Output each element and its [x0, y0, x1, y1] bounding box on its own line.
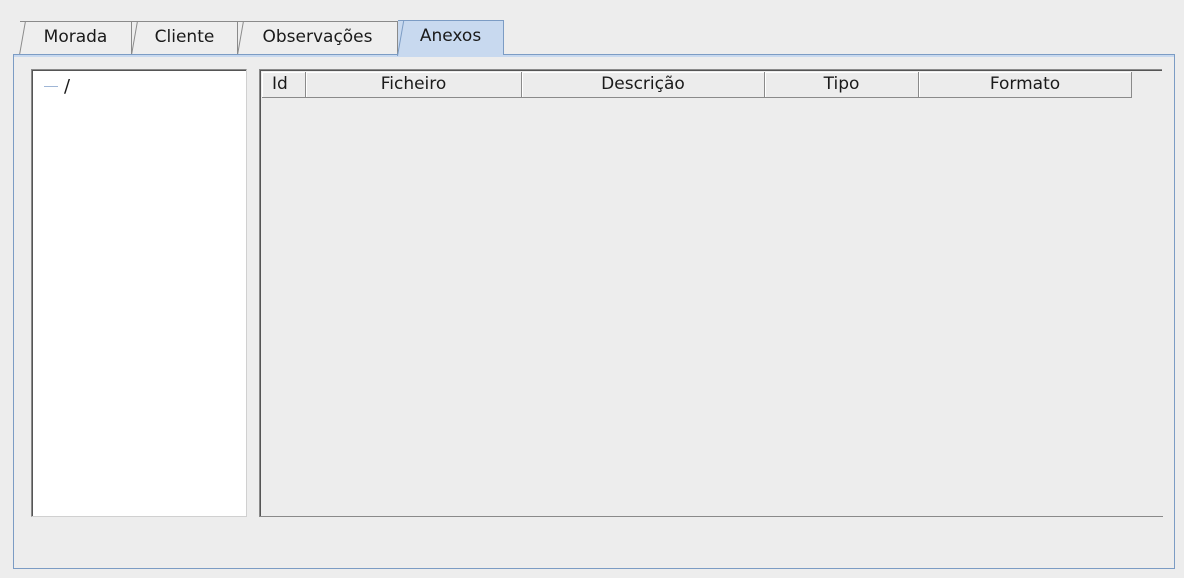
tree-root-label: / [64, 76, 71, 97]
table-bottom-border [260, 516, 1163, 517]
attachments-window: Morada Cliente Observações Anexos / Id F… [0, 0, 1184, 578]
tab-anexos[interactable]: Anexos [398, 20, 504, 55]
column-header-id[interactable]: Id [262, 72, 306, 98]
tab-label: Cliente [154, 27, 215, 47]
tab-label: Observações [262, 27, 373, 47]
tab-label: Anexos [419, 26, 482, 46]
tree-connector-icon [44, 86, 58, 87]
tree-root-node[interactable]: / [44, 76, 70, 97]
panel-accent [14, 55, 1174, 57]
tab-cliente[interactable]: Cliente [132, 21, 238, 54]
folder-tree[interactable]: / [31, 69, 247, 517]
table-header: Id Ficheiro Descrição Tipo Formato [262, 72, 1132, 98]
attachments-table[interactable]: Id Ficheiro Descrição Tipo Formato [259, 69, 1163, 517]
column-header-tipo[interactable]: Tipo [765, 72, 919, 98]
column-header-ficheiro[interactable]: Ficheiro [306, 72, 522, 98]
tab-label: Morada [43, 27, 108, 47]
tab-content-panel: / Id Ficheiro Descrição Tipo Formato [13, 54, 1175, 569]
tab-morada[interactable]: Morada [20, 21, 132, 54]
column-header-descricao[interactable]: Descrição [522, 72, 765, 98]
tab-observacoes[interactable]: Observações [238, 21, 398, 54]
column-header-formato[interactable]: Formato [919, 72, 1132, 98]
